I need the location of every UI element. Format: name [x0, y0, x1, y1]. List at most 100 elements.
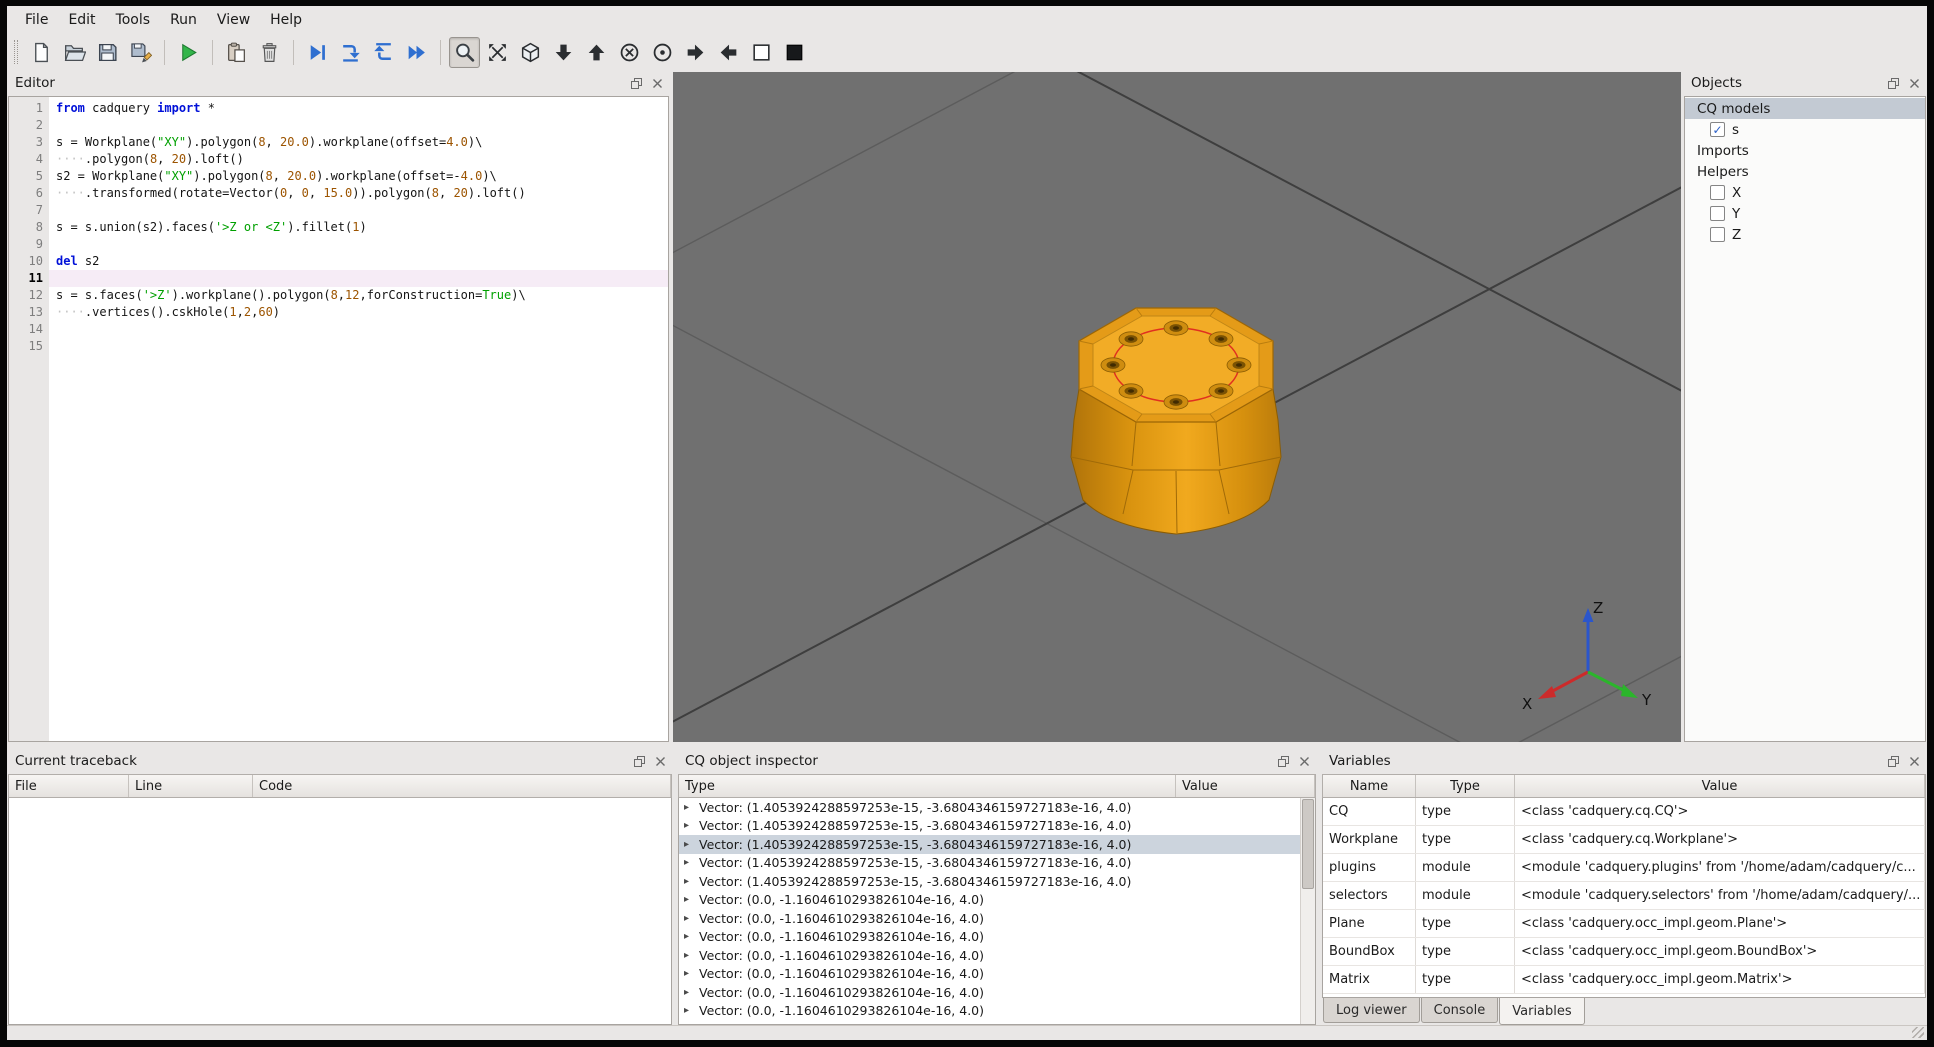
save-as-button[interactable]: [125, 37, 156, 68]
view-back-button[interactable]: [647, 37, 678, 68]
variables-row[interactable]: Matrix type <class 'cadquery.occ_impl.geom…: [1323, 966, 1925, 994]
expand-arrow-icon[interactable]: ▸: [684, 913, 699, 924]
fit-view-button[interactable]: [482, 37, 513, 68]
new-file-button[interactable]: [26, 37, 57, 68]
delete-button[interactable]: [254, 37, 285, 68]
inspector-row[interactable]: ▸ Vector: (0.0, -1.1604610293826104e-16, …: [679, 983, 1300, 1002]
close-panel-button[interactable]: [1905, 752, 1923, 770]
column-header-type[interactable]: Type: [679, 775, 1176, 797]
tree-item-z[interactable]: Z: [1685, 224, 1925, 245]
column-header-line[interactable]: Line: [129, 775, 253, 797]
close-panel-button[interactable]: [648, 74, 666, 92]
screenshot-button[interactable]: [449, 36, 480, 68]
float-panel-button[interactable]: [630, 752, 648, 770]
tree-item-y[interactable]: Y: [1685, 203, 1925, 224]
tab-log-viewer[interactable]: Log viewer: [1323, 998, 1420, 1023]
resize-grip-icon[interactable]: [1912, 1027, 1924, 1038]
traceback-panel-titlebar[interactable]: Current traceback: [8, 748, 672, 774]
inspector-row[interactable]: ▸ Vector: (0.0, -1.1604610293826104e-16, …: [679, 1002, 1300, 1021]
expand-arrow-icon[interactable]: ▸: [684, 931, 699, 942]
tree-item-cq-models[interactable]: CQ models: [1685, 98, 1925, 119]
inspector-row[interactable]: ▸ Vector: (0.0, -1.1604610293826104e-16, …: [679, 891, 1300, 910]
column-header-name[interactable]: Name: [1323, 775, 1416, 797]
menu-item-run[interactable]: Run: [160, 6, 207, 33]
inspector-row[interactable]: ▸ Vector: (0.0, -1.1604610293826104e-16, …: [679, 909, 1300, 928]
variables-row[interactable]: plugins module <module 'cadquery.plugins' …: [1323, 854, 1925, 882]
objects-panel-titlebar[interactable]: Objects: [1684, 70, 1926, 96]
checkbox[interactable]: [1710, 227, 1725, 242]
checkbox[interactable]: [1710, 206, 1725, 221]
variables-row[interactable]: Workplane type <class 'cadquery.cq.Workpla…: [1323, 826, 1925, 854]
expand-arrow-icon[interactable]: ▸: [684, 876, 699, 887]
close-panel-button[interactable]: [1905, 74, 1923, 92]
inspector-row[interactable]: ▸ Vector: (1.4053924288597253e-15, -3.680…: [679, 835, 1300, 854]
tab-variables[interactable]: Variables: [1499, 998, 1585, 1025]
inspector-panel-titlebar[interactable]: CQ object inspector: [678, 748, 1316, 774]
viewport-3d[interactable]: Z X Y: [673, 72, 1681, 742]
column-header-code[interactable]: Code: [253, 775, 671, 797]
checkbox[interactable]: ✓: [1710, 122, 1725, 137]
debug-return-button[interactable]: [368, 37, 399, 68]
open-file-button[interactable]: [59, 37, 90, 68]
variables-row[interactable]: Plane type <class 'cadquery.occ_impl.geom.…: [1323, 910, 1925, 938]
tab-console[interactable]: Console: [1420, 998, 1499, 1023]
menu-item-edit[interactable]: Edit: [58, 6, 105, 33]
float-panel-button[interactable]: [627, 74, 645, 92]
view-front-button[interactable]: [614, 37, 645, 68]
menu-item-tools[interactable]: Tools: [106, 6, 161, 33]
expand-arrow-icon[interactable]: ▸: [684, 839, 699, 850]
column-header-type[interactable]: Type: [1416, 775, 1515, 797]
scrollbar-thumb[interactable]: [1302, 799, 1314, 890]
menu-item-help[interactable]: Help: [260, 6, 312, 33]
variables-row[interactable]: BoundBox type <class 'cadquery.occ_impl.ge…: [1323, 938, 1925, 966]
expand-arrow-icon[interactable]: ▸: [684, 894, 699, 905]
tree-item-s[interactable]: ✓ s: [1685, 119, 1925, 140]
column-header-file[interactable]: File: [9, 775, 129, 797]
inspector-row[interactable]: ▸ Vector: (1.4053924288597253e-15, -3.680…: [679, 854, 1300, 873]
float-panel-button[interactable]: [1274, 752, 1292, 770]
close-panel-button[interactable]: [651, 752, 669, 770]
checkbox[interactable]: [1710, 185, 1725, 200]
inspector-row[interactable]: ▸ Vector: (0.0, -1.1604610293826104e-16, …: [679, 928, 1300, 947]
debug-step-button[interactable]: [302, 37, 333, 68]
view-left-button[interactable]: [713, 37, 744, 68]
close-panel-button[interactable]: [1295, 752, 1313, 770]
inspector-row[interactable]: ▸ Vector: (0.0, -1.1604610293826104e-16, …: [679, 965, 1300, 984]
column-header-value[interactable]: Value: [1515, 775, 1925, 797]
debug-step-in-button[interactable]: [335, 37, 366, 68]
debug-continue-button[interactable]: [401, 37, 432, 68]
expand-arrow-icon[interactable]: ▸: [684, 820, 699, 831]
iso-view-button[interactable]: [515, 37, 546, 68]
column-header-value[interactable]: Value: [1176, 775, 1315, 797]
variables-row[interactable]: selectors module <module 'cadquery.selecto…: [1323, 882, 1925, 910]
view-bottom-button[interactable]: [548, 37, 579, 68]
render-button[interactable]: [173, 37, 204, 68]
tree-item-x[interactable]: X: [1685, 182, 1925, 203]
expand-arrow-icon[interactable]: ▸: [684, 968, 699, 979]
editor-code[interactable]: from cadquery import * s = Workplane("XY"…: [49, 97, 668, 741]
inspector-row[interactable]: ▸ Vector: (0.0, -1.1604610293826104e-16, …: [679, 946, 1300, 965]
save-button[interactable]: [92, 37, 123, 68]
tree-item-helpers[interactable]: Helpers: [1685, 161, 1925, 182]
expand-arrow-icon[interactable]: ▸: [684, 857, 699, 868]
inspector-scrollbar[interactable]: [1300, 798, 1315, 1024]
inspector-row[interactable]: ▸ Vector: (1.4053924288597253e-15, -3.680…: [679, 872, 1300, 891]
expand-arrow-icon[interactable]: ▸: [684, 987, 699, 998]
float-panel-button[interactable]: [1884, 74, 1902, 92]
menu-item-view[interactable]: View: [207, 6, 260, 33]
paste-button[interactable]: [221, 37, 252, 68]
expand-arrow-icon[interactable]: ▸: [684, 950, 699, 961]
wireframe-button[interactable]: [746, 37, 777, 68]
inspector-row[interactable]: ▸ Vector: (1.4053924288597253e-15, -3.680…: [679, 817, 1300, 836]
view-top-button[interactable]: [581, 37, 612, 68]
editor-panel-titlebar[interactable]: Editor: [8, 70, 669, 96]
variables-panel-titlebar[interactable]: Variables: [1322, 748, 1926, 774]
expand-arrow-icon[interactable]: ▸: [684, 1005, 699, 1016]
inspector-row[interactable]: ▸ Vector: (1.4053924288597253e-15, -3.680…: [679, 798, 1300, 817]
float-panel-button[interactable]: [1884, 752, 1902, 770]
view-right-button[interactable]: [680, 37, 711, 68]
menu-item-file[interactable]: File: [15, 6, 58, 33]
variables-row[interactable]: CQ type <class 'cadquery.cq.CQ'>: [1323, 798, 1925, 826]
shaded-button[interactable]: [779, 37, 810, 68]
tree-item-imports[interactable]: Imports: [1685, 140, 1925, 161]
